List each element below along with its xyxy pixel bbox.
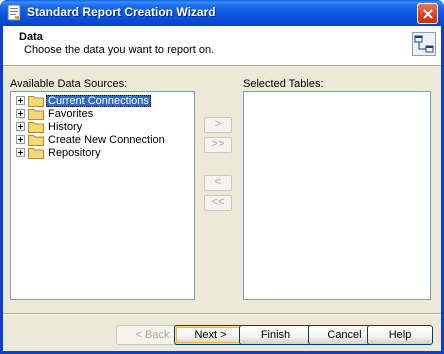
add-one-button[interactable]: >: [204, 117, 232, 133]
footer-divider: [3, 313, 441, 315]
page-title: Data: [19, 31, 43, 43]
close-icon: [423, 9, 433, 19]
tree-item-favorites[interactable]: Favorites: [16, 107, 95, 120]
dialog-client: Data Choose the data you want to report …: [3, 26, 441, 351]
page-subtitle: Choose the data you want to report on.: [24, 44, 215, 56]
remove-one-button[interactable]: <: [204, 175, 232, 191]
wizard-window: Standard Report Creation Wizard Data Cho…: [0, 0, 444, 354]
data-link-icon: [412, 32, 436, 56]
expand-icon[interactable]: [16, 148, 25, 157]
folder-icon: [28, 134, 44, 146]
tree-item-label: Favorites: [48, 107, 94, 120]
tree-item-current-connections[interactable]: Current Connections: [16, 94, 151, 107]
tree-item-label: Repository: [48, 146, 101, 159]
selected-tables-label: Selected Tables:: [243, 78, 324, 90]
selected-tables-list[interactable]: [243, 91, 431, 300]
help-button[interactable]: Help: [367, 325, 433, 345]
expand-icon[interactable]: [16, 122, 25, 131]
folder-icon: [28, 147, 44, 159]
tree-item-label: Create New Connection: [48, 133, 165, 146]
tree-item-label: Current Connections: [46, 94, 151, 107]
available-sources-tree[interactable]: Current Connections Favorites History Cr…: [10, 91, 195, 300]
wizard-header: Data Choose the data you want to report …: [3, 26, 441, 66]
folder-icon: [28, 95, 44, 107]
tree-item-create-new-connection[interactable]: Create New Connection: [16, 133, 167, 146]
expand-icon[interactable]: [16, 109, 25, 118]
tree-item-repository[interactable]: Repository: [16, 146, 103, 159]
close-button[interactable]: [417, 3, 438, 24]
finish-button[interactable]: Finish: [239, 325, 312, 345]
title-bar[interactable]: Standard Report Creation Wizard: [0, 0, 444, 26]
window-title: Standard Report Creation Wizard: [27, 5, 216, 19]
folder-icon: [28, 121, 44, 133]
remove-all-button[interactable]: <<: [204, 195, 232, 211]
tree-item-history[interactable]: History: [16, 120, 84, 133]
expand-icon[interactable]: [16, 135, 25, 144]
report-document-icon: [7, 4, 21, 21]
available-sources-label: Available Data Sources:: [10, 78, 128, 90]
tree-item-label: History: [48, 120, 83, 133]
folder-icon: [28, 108, 44, 120]
expand-icon[interactable]: [16, 96, 25, 105]
next-button[interactable]: Next >: [174, 325, 247, 345]
add-all-button[interactable]: >>: [204, 137, 232, 153]
